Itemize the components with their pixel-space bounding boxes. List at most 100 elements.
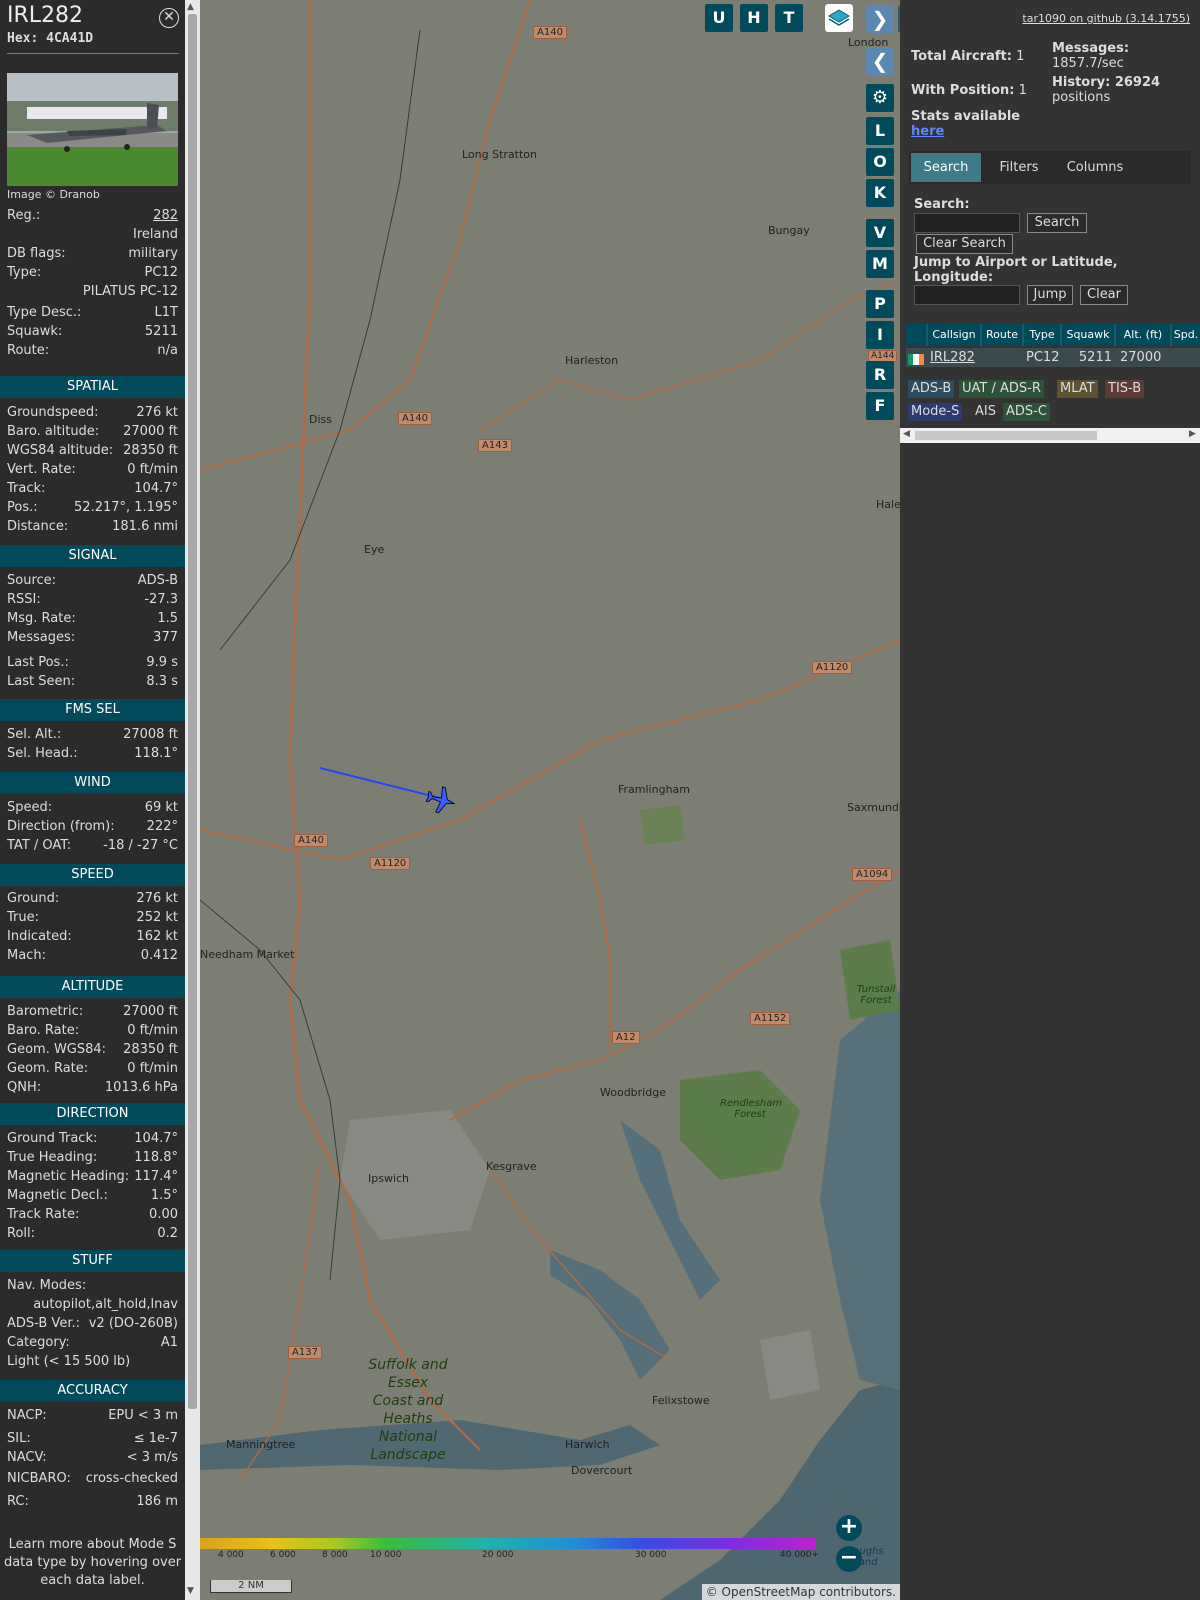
info-value: 27000 ft (123, 424, 178, 439)
toggle-i-button[interactable]: I (866, 321, 894, 349)
info-value: A1 (160, 1335, 178, 1350)
aircraft-photo[interactable] (7, 73, 178, 186)
toggle-r-button[interactable]: R (866, 361, 894, 389)
road-label: A1120 (812, 661, 853, 674)
toggle-p-button[interactable]: P (866, 290, 894, 318)
jump-button[interactable]: Jump (1027, 285, 1073, 305)
info-label: Geom. Rate: (7, 1061, 89, 1076)
map-attribution[interactable]: © OpenStreetMap contributors. (701, 1584, 900, 1600)
info-row-indicated: Indicated: 162 kt (7, 929, 178, 947)
info-row-nicbaro: NICBARO: cross-checked (7, 1471, 178, 1489)
jump-input[interactable] (914, 285, 1020, 305)
info-row-last-seen: Last Seen: 8.3 s (7, 674, 178, 692)
scroll-up-icon[interactable]: ▲ (187, 2, 194, 12)
info-label: Barometric: (7, 1004, 84, 1019)
info-row-rc: RC: 186 m (7, 1494, 178, 1512)
info-row-true: True: 252 kt (7, 910, 178, 928)
tab-filters[interactable]: Filters (985, 153, 1053, 182)
chevron-right-icon[interactable]: ❯ (866, 5, 894, 33)
road-label: A140 (533, 26, 567, 39)
altitude-tick: 4 000 (218, 1550, 244, 1560)
info-value: 0 ft/min (127, 1023, 178, 1038)
scroll-right-icon[interactable]: ▶ (1189, 429, 1196, 439)
column-header-speed[interactable]: Spd. (1172, 324, 1200, 346)
close-icon[interactable]: ✕ (159, 8, 179, 28)
scrollbar-thumb[interactable] (915, 431, 1097, 440)
toggle-o-button[interactable]: O (866, 148, 894, 176)
column-header-squawk[interactable]: Squawk (1062, 324, 1114, 346)
messages-label: Messages: (1052, 41, 1130, 56)
source-chip-adsc[interactable]: ADS-C (1003, 403, 1050, 421)
toggle-k-button[interactable]: K (866, 179, 894, 207)
search-input[interactable] (914, 213, 1020, 233)
info-value: 1.5° (150, 1188, 178, 1203)
clear-search-button[interactable]: Clear Search (916, 234, 1013, 254)
column-header-callsign[interactable]: Callsign (928, 324, 980, 346)
info-row-db-flags: DB flags: military (7, 246, 178, 264)
zoom-in-icon[interactable]: + (836, 1515, 862, 1541)
clear-button[interactable]: Clear (1080, 285, 1128, 305)
info-row-autopilot-alt-hold-lnav: autopilot,alt_hold,lnav (7, 1297, 178, 1315)
info-row-direction-from: Direction (from): 222° (7, 819, 178, 837)
map-label: Kesgrave (486, 1160, 537, 1173)
map-label: Framlingham (618, 783, 690, 796)
info-row-track-rate: Track Rate: 0.00 (7, 1207, 178, 1225)
table-horizontal-scrollbar[interactable]: ◀ ▶ (900, 428, 1200, 443)
info-row-speed: Speed: 69 kt (7, 800, 178, 818)
source-chip-mlat[interactable]: MLAT (1057, 380, 1098, 398)
info-value: 28350 ft (123, 443, 178, 458)
chevron-left-icon[interactable]: ❮ (866, 47, 894, 75)
road-label: A1120 (370, 857, 411, 870)
toggle-f-button[interactable]: F (866, 392, 894, 420)
info-panel-scrollbar[interactable]: ▲ ▼ (185, 0, 200, 1600)
source-chip-modes[interactable]: Mode-S (908, 403, 963, 421)
altitude-tick: 10 000 (370, 1550, 402, 1560)
scroll-down-icon[interactable]: ▼ (187, 1586, 194, 1596)
github-link[interactable]: tar1090 on github (3.14.1755) (1022, 12, 1190, 25)
photo-credit: Image © Dranob (7, 188, 100, 201)
source-chip-adsb[interactable]: ADS-B (908, 380, 955, 398)
total-aircraft-label: Total Aircraft: (911, 49, 1012, 64)
toggle-l-button[interactable]: L (866, 117, 894, 145)
toggle-t-button[interactable]: T (775, 4, 803, 32)
scroll-left-icon[interactable]: ◀ (903, 429, 910, 439)
info-value: 222° (146, 819, 178, 834)
column-header-type[interactable]: Type (1024, 324, 1060, 346)
info-value: 27008 ft (123, 727, 178, 742)
info-row-groundspeed: Groundspeed: 276 kt (7, 405, 178, 423)
info-label: Indicated: (7, 929, 72, 944)
search-button[interactable]: Search (1027, 213, 1087, 233)
column-header-altitude[interactable]: Alt. (ft) (1116, 324, 1170, 346)
stats-link[interactable]: here (911, 124, 944, 139)
info-row-baro-altitude: Baro. altitude: 27000 ft (7, 424, 178, 442)
tab-columns[interactable]: Columns (1057, 153, 1133, 182)
info-row-tat-oat: TAT / OAT: -18 / -27 °C (7, 838, 178, 856)
info-row-msg-rate: Msg. Rate: 1.5 (7, 611, 178, 629)
source-chip-tisb[interactable]: TIS-B (1105, 380, 1145, 398)
info-row-pos: Pos.: 52.217°, 1.195° (7, 500, 178, 518)
tab-search[interactable]: Search (911, 153, 981, 182)
source-chip-ais[interactable]: AIS (972, 403, 999, 421)
toggle-v-button[interactable]: V (866, 219, 894, 247)
map-label: Woodbridge (600, 1086, 666, 1099)
stats-label: Stats available (911, 109, 1021, 124)
toggle-m-button[interactable]: M (866, 250, 894, 278)
toggle-u-button[interactable]: U (705, 4, 733, 32)
scrollbar-thumb[interactable] (188, 14, 197, 1409)
zoom-out-icon[interactable]: − (836, 1546, 862, 1572)
info-label: Vert. Rate: (7, 462, 76, 477)
map-view[interactable]: Long Stratton Bungay Harleston Diss Eye … (200, 0, 900, 1600)
toggle-h-button[interactable]: H (740, 4, 768, 32)
info-value: 276 kt (136, 891, 178, 906)
info-label: Reg.: (7, 208, 41, 223)
layers-icon[interactable] (825, 4, 853, 32)
info-row-type: Type: PC12 (7, 265, 178, 283)
table-row[interactable]: IRL282 PC12 5211 27000 (906, 348, 1200, 367)
row-callsign[interactable]: IRL282 (930, 348, 975, 367)
info-row-geom-wgs84: Geom. WGS84: 28350 ft (7, 1042, 178, 1060)
column-header-route[interactable]: Route (982, 324, 1022, 346)
map-label: Halesw (876, 498, 900, 511)
settings-gear-icon[interactable]: ⚙ (866, 84, 894, 112)
info-row-track: Track: 104.7° (7, 481, 178, 499)
source-chip-uat[interactable]: UAT / ADS-R (959, 380, 1044, 398)
